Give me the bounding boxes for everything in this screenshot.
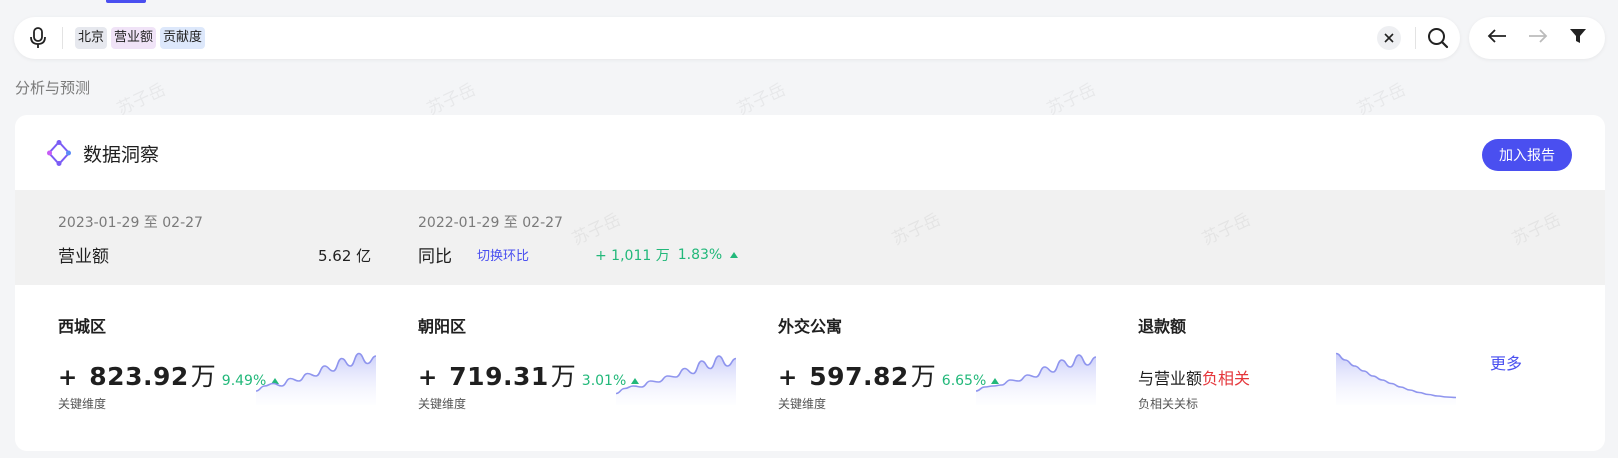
metric-unit: 万 [550, 362, 576, 391]
watermark: 苏子岳 [424, 79, 479, 120]
metric-unit: 万 [910, 362, 936, 391]
navigation-controls [1469, 17, 1605, 59]
metric-sign: + [778, 365, 798, 391]
metric-name: 朝阳区 [418, 317, 467, 336]
sparkline-area [1336, 353, 1456, 405]
sparkline-chart [616, 355, 736, 405]
metric-number: 823.92 [89, 362, 189, 391]
microphone-icon[interactable] [14, 17, 62, 59]
watermark: 苏子岳 [569, 209, 624, 250]
current-period-date: 2023-01-29 至 02-27 [58, 215, 203, 231]
search-tag-metric[interactable]: 营业额 [111, 27, 157, 49]
more-link[interactable]: 更多 [1490, 350, 1522, 374]
watermark: 苏子岳 [1509, 209, 1564, 250]
watermark: 苏子岳 [1354, 79, 1409, 120]
clear-icon[interactable] [1377, 26, 1401, 50]
sparkline-area [616, 356, 736, 405]
metric-subtitle: 关键维度 [418, 397, 467, 411]
section-title: 分析与预测 [15, 79, 91, 97]
yoy-change: + 1,011 万 1.83% [595, 245, 739, 265]
sparkline-area [256, 353, 376, 405]
search-tag-analysis[interactable]: 贡献度 [160, 27, 206, 49]
metric-card[interactable]: 朝阳区 + 719.31 万 3.01% 关键维度 [418, 285, 758, 451]
sparkline-chart [976, 354, 1096, 405]
watermark: 苏子岳 [889, 209, 944, 250]
watermark: 苏子岳 [1199, 209, 1254, 250]
forward-arrow-icon[interactable] [1528, 28, 1548, 48]
previous-period-date: 2022-01-29 至 02-27 [418, 215, 563, 231]
search-tags: 北京 营业额 贡献度 [75, 27, 206, 49]
metric-card[interactable]: 西城区 + 823.92 万 9.49% 关键维度 [58, 285, 398, 451]
metric-value: + 597.82 万 6.65% [778, 357, 1000, 393]
yoy-value: + 1,011 万 [595, 248, 670, 264]
yoy-percent: 1.83% [677, 247, 723, 263]
current-metric-value: 5.62 亿 [318, 247, 372, 265]
metric-sign: + [418, 365, 438, 391]
correlation-negative: 负相关 [1202, 369, 1251, 388]
watermark: 苏子岳 [734, 79, 789, 120]
up-triangle-icon [730, 252, 739, 258]
metric-unit: 万 [190, 362, 216, 391]
search-tag-city[interactable]: 北京 [75, 27, 108, 49]
card-header: 数据洞察 加入报告 [15, 115, 1605, 190]
comparison-label: 同比 [418, 247, 452, 267]
metric-number: 597.82 [809, 362, 909, 391]
divider [62, 27, 63, 49]
correlation-prefix: 与营业额 [1138, 369, 1203, 388]
insight-icon [47, 140, 71, 170]
metric-sign: + [58, 365, 78, 391]
metric-value: + 823.92 万 9.49% [58, 357, 280, 393]
data-insight-card: 数据洞察 加入报告 苏子岳 苏子岳 苏子岳 苏子岳 2023-01-29 至 0… [15, 115, 1605, 451]
search-bar[interactable]: 北京 营业额 贡献度 [14, 17, 1460, 59]
sparkline-chart [256, 352, 376, 405]
correlation-text: 与营业额负相关 [1138, 365, 1250, 389]
filter-icon[interactable] [1569, 28, 1587, 48]
metric-name: 外交公寓 [778, 317, 843, 336]
metric-subtitle: 关键维度 [778, 397, 827, 411]
active-tab-indicator [106, 0, 146, 3]
summary-panel: 苏子岳 苏子岳 苏子岳 苏子岳 2023-01-29 至 02-27 营业额 5… [15, 190, 1605, 285]
sparkline-chart [1336, 352, 1456, 405]
metric-card-refund[interactable]: 退款额 与营业额负相关 负相关关标 [1138, 285, 1478, 451]
back-arrow-icon[interactable] [1487, 28, 1507, 48]
metric-subtitle: 关键维度 [58, 397, 107, 411]
metrics-row: 西城区 + 823.92 万 9.49% 关键维度 朝阳区 + 719.31 万… [15, 285, 1605, 451]
watermark: 苏子岳 [114, 79, 169, 120]
search-icon[interactable] [1416, 27, 1460, 49]
switch-mom-link[interactable]: 切换环比 [477, 245, 529, 264]
current-metric-label: 营业额 [58, 247, 109, 267]
metric-number: 719.31 [449, 362, 549, 391]
metric-value: + 719.31 万 3.01% [418, 357, 640, 393]
metric-card[interactable]: 外交公寓 + 597.82 万 6.65% 关键维度 [778, 285, 1118, 451]
watermark: 苏子岳 [1044, 79, 1099, 120]
metric-subtitle: 负相关关标 [1138, 397, 1199, 411]
sparkline-area [976, 355, 1096, 405]
card-title: 数据洞察 [83, 144, 160, 166]
add-report-button[interactable]: 加入报告 [1482, 139, 1572, 171]
metric-name: 西城区 [58, 317, 107, 336]
metric-name: 退款额 [1138, 317, 1187, 336]
